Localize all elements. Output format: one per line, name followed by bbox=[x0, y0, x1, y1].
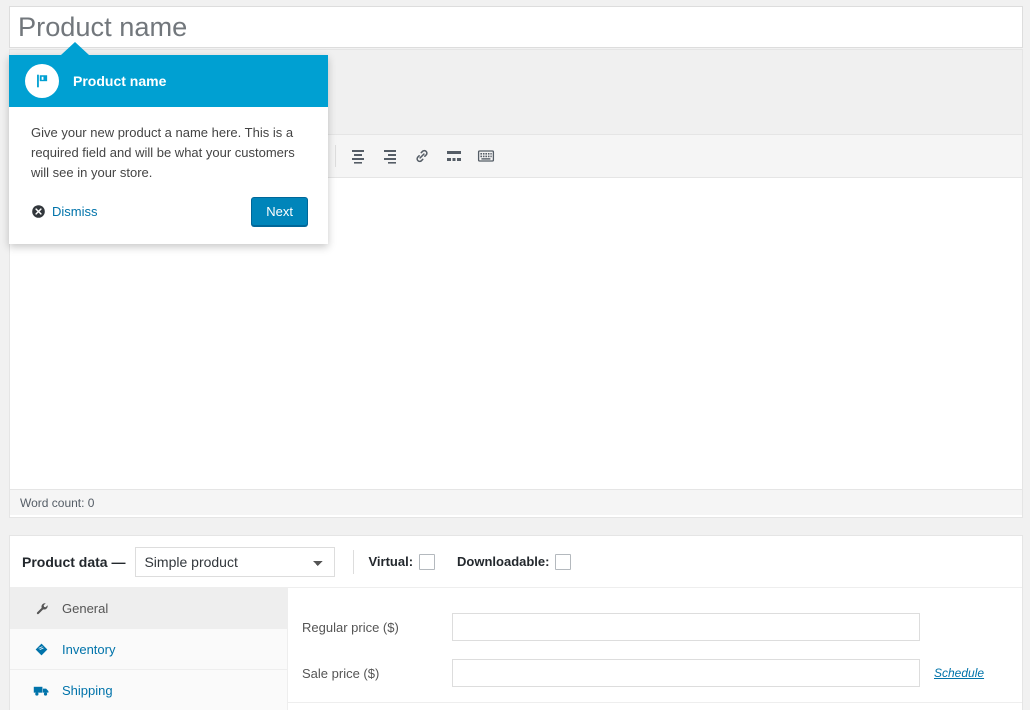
editor-status-bar: Word count: 0 bbox=[10, 489, 1022, 515]
truck-icon bbox=[32, 683, 50, 698]
product-data-header: Product data — Simple product Grouped pr… bbox=[10, 536, 1022, 588]
product-title-field-wrapper bbox=[9, 6, 1023, 48]
product-type-select[interactable]: Simple product Grouped product External/… bbox=[135, 546, 336, 577]
downloadable-checkbox-group[interactable]: Downloadable: bbox=[457, 553, 572, 570]
product-title-input[interactable] bbox=[10, 7, 1022, 47]
pointer-body-text: Give your new product a name here. This … bbox=[31, 125, 295, 181]
insert-more-icon[interactable] bbox=[440, 143, 468, 169]
word-count-label: Word count: 0 bbox=[20, 495, 95, 510]
sale-price-row: Sale price ($) Schedule bbox=[288, 650, 1022, 696]
virtual-label: Virtual: bbox=[368, 554, 414, 569]
dismiss-button[interactable]: Dismiss bbox=[31, 204, 98, 219]
tab-inventory[interactable]: Inventory bbox=[10, 629, 287, 670]
pointer-arrow bbox=[61, 42, 89, 55]
flag-icon bbox=[25, 64, 59, 98]
wrench-icon bbox=[32, 601, 50, 616]
header-separator bbox=[353, 549, 355, 574]
tab-general-label: General bbox=[62, 600, 109, 616]
tab-shipping-label: Shipping bbox=[62, 682, 113, 698]
sale-price-label: Sale price ($) bbox=[302, 665, 380, 681]
virtual-checkbox[interactable] bbox=[419, 553, 436, 570]
next-button[interactable]: Next bbox=[251, 197, 308, 227]
product-edit-screen: Word count: 0 Product name Give your new… bbox=[0, 0, 1030, 710]
virtual-checkbox-group[interactable]: Virtual: bbox=[368, 553, 436, 570]
tab-general[interactable]: General bbox=[10, 588, 287, 629]
inventory-box-icon bbox=[32, 642, 50, 657]
align-right-icon[interactable] bbox=[376, 143, 404, 169]
onboarding-pointer-popup: Product name Give your new product a nam… bbox=[9, 42, 328, 245]
align-center-icon[interactable] bbox=[344, 143, 372, 169]
regular-price-input[interactable] bbox=[452, 613, 920, 641]
dismiss-circle-x-icon bbox=[31, 204, 46, 219]
pointer-title: Product name bbox=[73, 73, 167, 89]
keyboard-shortcuts-icon[interactable] bbox=[472, 143, 500, 169]
product-data-heading: Product data — bbox=[22, 553, 126, 570]
tab-shipping[interactable]: Shipping bbox=[10, 670, 287, 710]
product-data-panel: Product data — Simple product Grouped pr… bbox=[9, 535, 1023, 710]
insert-link-icon[interactable] bbox=[408, 143, 436, 169]
product-data-tabs: General Inventory Shipping bbox=[10, 588, 288, 710]
regular-price-label: Regular price ($) bbox=[302, 619, 399, 635]
regular-price-row: Regular price ($) bbox=[288, 604, 1022, 650]
downloadable-checkbox[interactable] bbox=[555, 553, 572, 570]
general-tab-panel: Regular price ($) Sale price ($) Schedul… bbox=[288, 588, 1022, 710]
downloadable-label: Downloadable: bbox=[457, 554, 550, 569]
pointer-header: Product name bbox=[9, 55, 328, 107]
sale-price-input[interactable] bbox=[452, 659, 920, 687]
tab-inventory-label: Inventory bbox=[62, 641, 116, 657]
next-field-row-partial bbox=[288, 703, 1022, 710]
schedule-sale-link[interactable]: Schedule bbox=[934, 666, 984, 680]
dismiss-label: Dismiss bbox=[52, 204, 98, 220]
pointer-footer: Dismiss Next bbox=[9, 183, 328, 244]
toolbar-separator bbox=[335, 145, 336, 167]
product-data-body: General Inventory Shipping Regular price… bbox=[10, 588, 1022, 710]
